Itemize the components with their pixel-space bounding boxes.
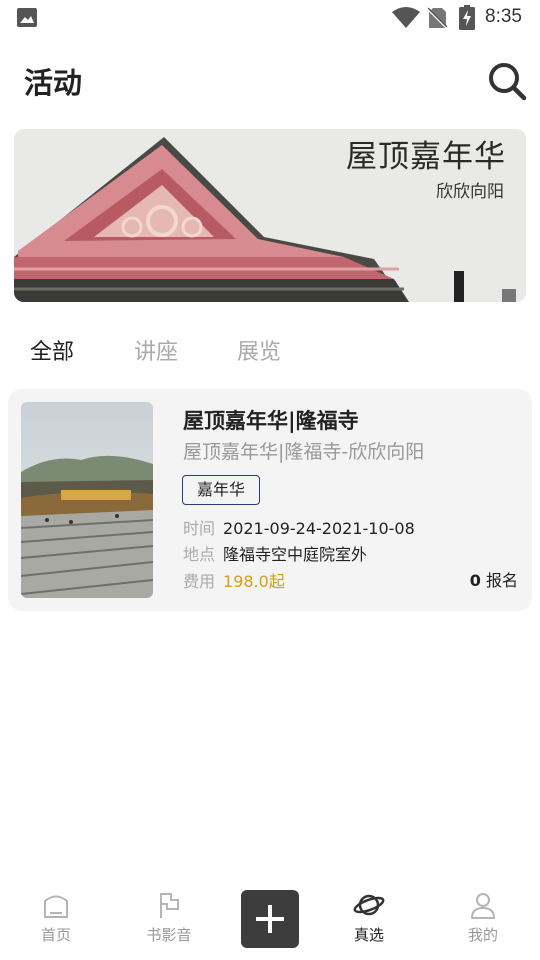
event-card[interactable]: 屋顶嘉年华|隆福寺 屋顶嘉年华|隆福寺-欣欣向阳 嘉年华 时间 2021-09-2… — [8, 389, 532, 611]
planet-icon — [353, 894, 385, 916]
home-icon — [44, 895, 68, 918]
place-label: 地点 — [183, 545, 216, 564]
nav-selected-label: 真选 — [353, 926, 384, 944]
add-button[interactable] — [241, 890, 299, 948]
time-label: 时间 — [183, 519, 216, 538]
signup-number: 0 — [469, 571, 481, 590]
search-icon — [489, 63, 527, 101]
signup-label: 报名 — [485, 571, 518, 590]
status-time: 8:35 — [485, 6, 522, 27]
event-subtitle: 屋顶嘉年华|隆福寺-欣欣向阳 — [183, 441, 425, 463]
event-place: 隆福寺空中庭院室外 — [223, 545, 368, 564]
event-time: 2021-09-24-2021-10-08 — [223, 519, 415, 538]
nav-home[interactable]: 首页 — [16, 890, 96, 945]
event-title: 屋顶嘉年华|隆福寺 — [183, 409, 359, 433]
tab-lecture[interactable]: 讲座 — [134, 334, 178, 366]
battery-charging-icon — [459, 5, 475, 30]
header: 活动 — [0, 52, 540, 112]
event-tag: 嘉年华 — [182, 475, 261, 505]
banner-subtitle: 欣欣向阳 — [436, 182, 504, 202]
nav-books-media[interactable]: 书影音 — [129, 890, 209, 945]
tab-exhibition[interactable]: 展览 — [237, 334, 281, 366]
event-time-row: 时间 2021-09-24-2021-10-08 — [183, 515, 415, 539]
nav-home-label: 首页 — [40, 926, 71, 944]
category-tabs: 全部 讲座 展览 — [0, 330, 540, 370]
banner-title: 屋顶嘉年华 — [346, 139, 506, 175]
page-title: 活动 — [24, 66, 83, 100]
event-place-row: 地点 隆福寺空中庭院室外 — [183, 541, 367, 565]
bottom-nav: 首页 书影音 真选 我的 — [0, 880, 540, 960]
nav-selected[interactable]: 真选 — [329, 890, 409, 945]
wifi-icon — [392, 7, 420, 28]
tab-all[interactable]: 全部 — [30, 334, 74, 366]
image-icon — [17, 8, 37, 27]
status-bar: 8:35 — [0, 0, 540, 36]
flag-icon — [160, 893, 179, 918]
nav-books-label: 书影音 — [146, 926, 192, 944]
nav-mine[interactable]: 我的 — [443, 890, 523, 945]
event-thumbnail — [21, 402, 153, 598]
banner[interactable]: 屋顶嘉年华 欣欣向阳 — [14, 129, 526, 302]
nav-mine-label: 我的 — [467, 926, 498, 944]
plus-icon — [256, 905, 284, 933]
no-sim-icon — [428, 7, 447, 29]
user-icon — [470, 893, 496, 919]
event-fee: 198.0起 — [223, 572, 285, 591]
search-button[interactable] — [487, 61, 527, 101]
fee-label: 费用 — [183, 572, 216, 591]
signup-count: 0 报名 — [470, 567, 518, 591]
event-fee-row: 费用 198.0起 — [183, 568, 285, 592]
